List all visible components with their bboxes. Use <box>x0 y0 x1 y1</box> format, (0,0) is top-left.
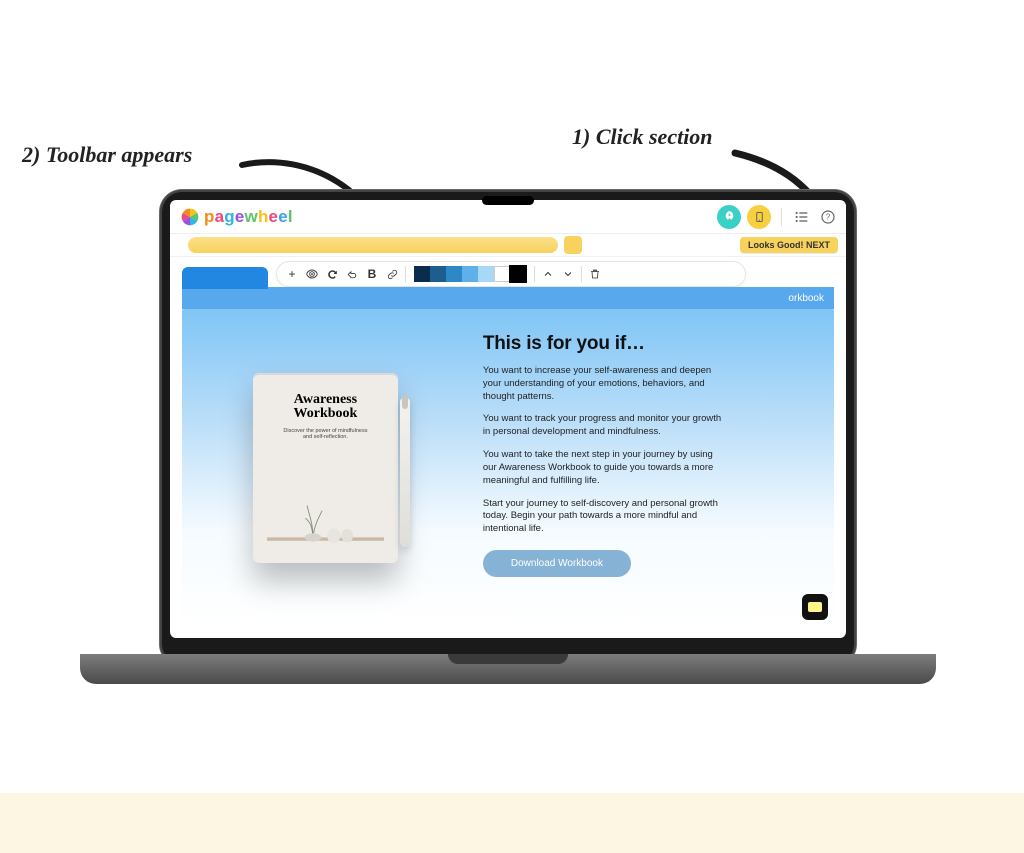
undo-icon <box>346 268 359 281</box>
swatch-1[interactable] <box>430 266 446 282</box>
header-divider <box>781 208 782 226</box>
svg-text:?: ? <box>826 212 831 221</box>
section-title-bar[interactable]: orkbook <box>182 287 834 309</box>
book-title: Awareness Workbook <box>294 393 358 422</box>
refresh-button[interactable] <box>323 265 341 283</box>
link-icon <box>386 268 399 281</box>
section-image-column: Awareness Workbook Discover the power of… <box>182 309 469 626</box>
laptop-frame: pagewheel ? <box>160 190 856 666</box>
rocket-icon <box>723 210 736 223</box>
chat-icon <box>808 602 822 612</box>
toolbar-sep-3 <box>581 266 582 282</box>
mobile-preview-button[interactable] <box>747 205 771 229</box>
book-subtitle: Discover the power of mindfulness and se… <box>280 428 370 441</box>
color-swatches <box>414 266 526 282</box>
laptop-base <box>80 654 936 684</box>
progress-step <box>564 236 582 254</box>
bold-button[interactable]: B <box>363 265 381 283</box>
page-footer-bar <box>0 793 1024 853</box>
download-button[interactable]: Download Workbook <box>483 550 631 577</box>
link-button[interactable] <box>383 265 401 283</box>
delete-button[interactable] <box>586 265 604 283</box>
annotation-step2: 2) Toolbar appears <box>22 142 192 168</box>
section-heading[interactable]: This is for you if… <box>483 333 808 355</box>
swatch-4[interactable] <box>478 266 494 282</box>
trash-icon <box>589 268 601 280</box>
swatch-6[interactable] <box>510 266 526 282</box>
eye-icon <box>305 267 319 281</box>
next-button[interactable]: Looks Good! NEXT <box>740 237 838 253</box>
toolbar-sep-2 <box>534 266 535 282</box>
move-down-button[interactable] <box>559 265 577 283</box>
section-paragraph-3[interactable]: You want to take the next step in your j… <box>483 449 728 487</box>
pen-mockup <box>400 397 410 547</box>
undo-button[interactable] <box>343 265 361 283</box>
swatch-3[interactable] <box>462 266 478 282</box>
progress-strip: Looks Good! NEXT <box>170 234 846 257</box>
rocket-button[interactable] <box>717 205 741 229</box>
section-handle[interactable] <box>182 267 268 289</box>
swatch-0[interactable] <box>414 266 430 282</box>
editable-section[interactable]: Awareness Workbook Discover the power of… <box>182 309 834 626</box>
annotation-step1: 1) Click section <box>572 124 713 150</box>
phone-icon <box>754 210 765 224</box>
chat-widget[interactable] <box>802 594 828 620</box>
book-illustration <box>267 477 384 551</box>
section-text-column[interactable]: This is for you if… You want to increase… <box>469 309 834 626</box>
app-header: pagewheel ? <box>170 200 846 234</box>
refresh-icon <box>326 268 339 281</box>
chevron-down-icon <box>562 268 574 280</box>
toolbar-sep-1 <box>405 266 406 282</box>
list-button[interactable] <box>792 207 812 227</box>
laptop-screen: pagewheel ? <box>170 200 846 638</box>
brand-name: pagewheel <box>204 207 293 227</box>
help-button[interactable]: ? <box>818 207 838 227</box>
swatch-5[interactable] <box>494 266 510 282</box>
list-icon <box>794 209 810 225</box>
section-paragraph-1[interactable]: You want to increase your self-awareness… <box>483 365 728 403</box>
workbook-mockup[interactable]: Awareness Workbook Discover the power of… <box>253 373 398 563</box>
add-button[interactable]: + <box>283 265 301 283</box>
help-icon: ? <box>820 209 836 225</box>
header-actions: ? <box>717 205 838 229</box>
visibility-button[interactable] <box>303 265 321 283</box>
section-paragraph-4[interactable]: Start your journey to self-discovery and… <box>483 498 728 536</box>
swatch-2[interactable] <box>446 266 462 282</box>
pinwheel-icon <box>180 207 200 227</box>
move-up-button[interactable] <box>539 265 557 283</box>
editor-toolbar: + B <box>276 261 746 287</box>
chevron-up-icon <box>542 268 554 280</box>
section-paragraph-2[interactable]: You want to track your progress and moni… <box>483 413 728 439</box>
toolbar-row: + B <box>170 257 846 287</box>
brand-logo[interactable]: pagewheel <box>178 207 293 227</box>
section-title-text: orkbook <box>788 293 824 304</box>
progress-track <box>188 237 558 253</box>
